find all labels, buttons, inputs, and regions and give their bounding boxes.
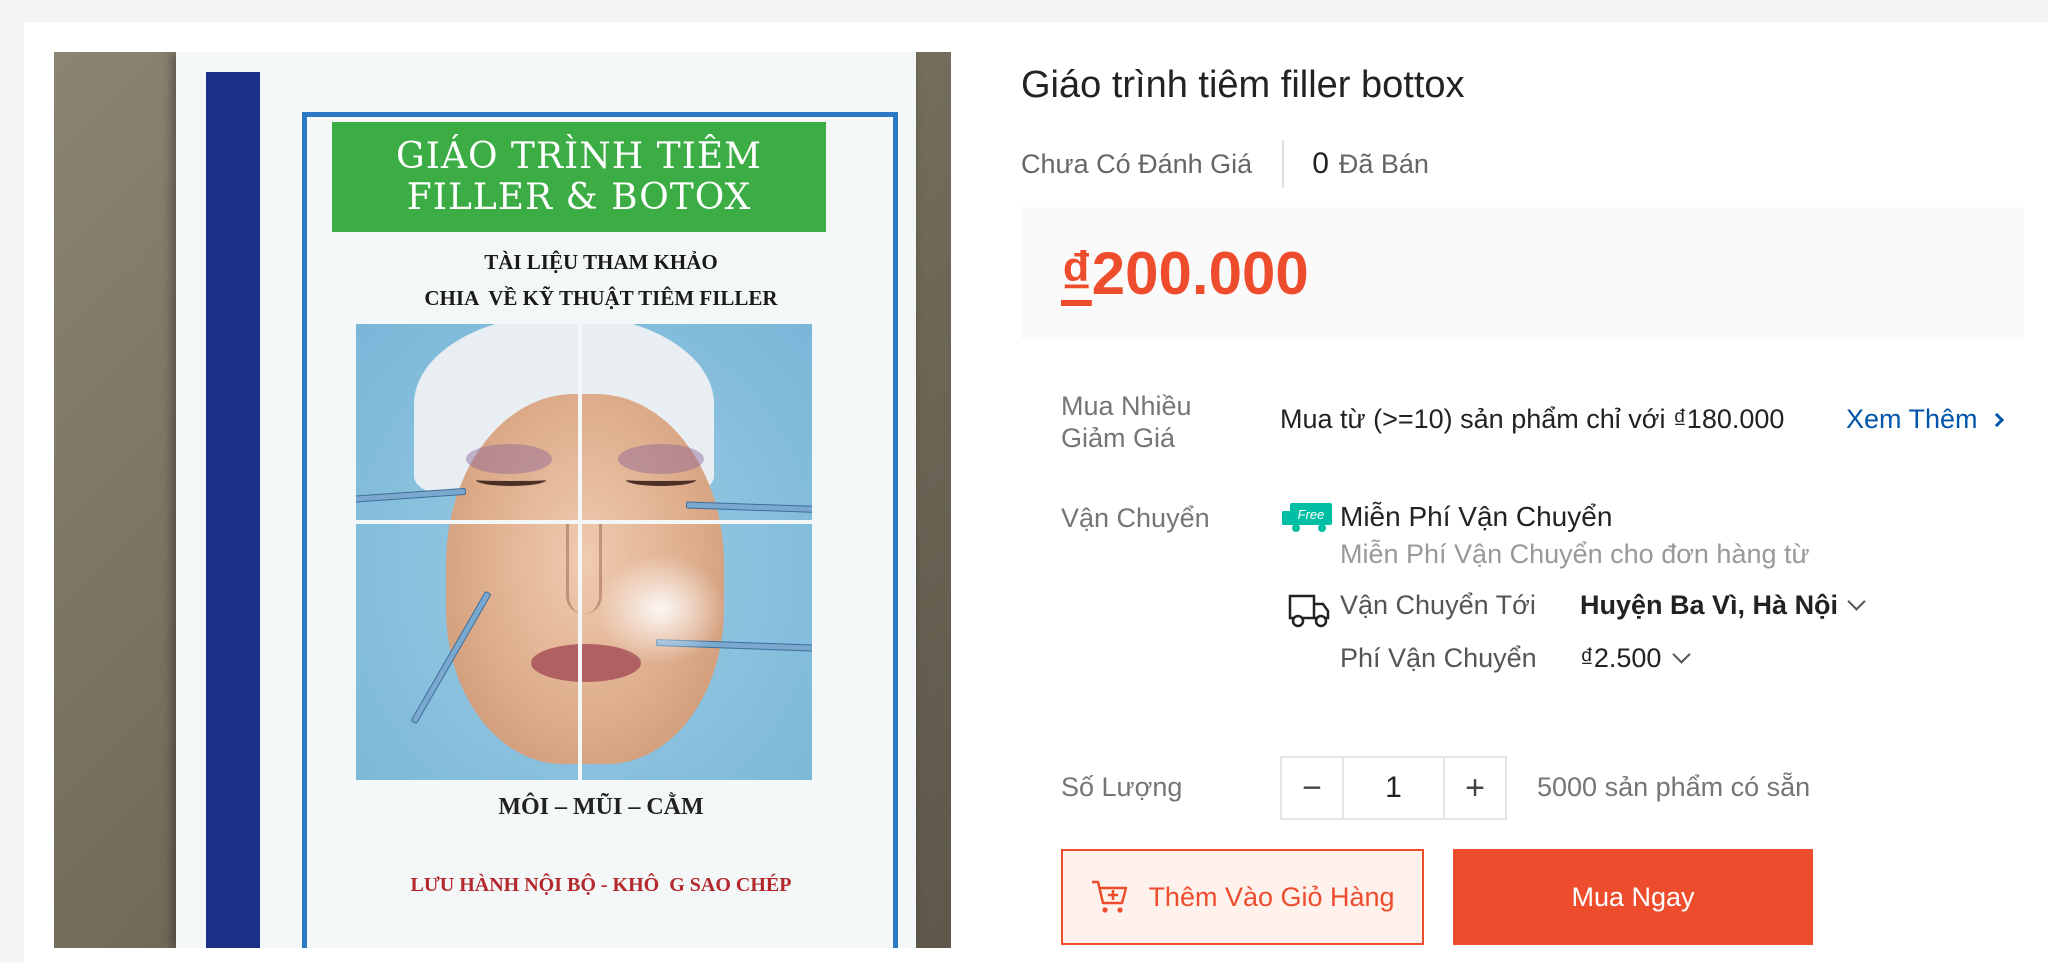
add-to-cart-icon bbox=[1092, 880, 1128, 913]
cover-notice: LƯU HÀNH NỘI BỘ - KHÔ G SAO CHÉP bbox=[410, 874, 792, 896]
cover-title-line1: GIÁO TRÌNH TIÊM bbox=[396, 136, 762, 177]
product-title: Giáo trình tiêm filler bottox bbox=[1021, 64, 1465, 106]
chevron-right-icon bbox=[1989, 412, 2004, 427]
buy-now-button[interactable]: Mua Ngay bbox=[1453, 849, 1813, 945]
cover-title: GIÁO TRÌNH TIÊM FILLER & BOTOX bbox=[332, 122, 826, 232]
price: ₫200.000 bbox=[1061, 239, 1309, 308]
ship-to-label: Vận Chuyển Tới bbox=[1340, 590, 1536, 620]
cover-title-line2: FILLER & BOTOX bbox=[406, 177, 752, 218]
ship-to-value: Huyện Ba Vì, Hà Nội bbox=[1580, 590, 1839, 620]
product-image[interactable]: GIÁO TRÌNH TIÊM FILLER & BOTOX TÀI LIỆU … bbox=[54, 52, 951, 948]
cover-face-photo bbox=[356, 324, 812, 780]
sold-label: Đã Bán bbox=[1338, 148, 1429, 179]
quantity-label: Số Lượng bbox=[1061, 772, 1183, 802]
stats-divider bbox=[1282, 140, 1285, 188]
see-more-label: Xem Thêm bbox=[1846, 404, 1978, 434]
cover-subtitle-line2: CHIA VỀ KỸ THUẬT TIÊM FILLER bbox=[424, 286, 778, 310]
stock-available: 5000 sản phẩm có sẵn bbox=[1537, 772, 1811, 802]
price-currency: ₫ bbox=[1061, 240, 1092, 307]
free-shipping-icon: Free bbox=[1282, 503, 1332, 532]
book-cover: GIÁO TRÌNH TIÊM FILLER & BOTOX TÀI LIỆU … bbox=[176, 52, 916, 948]
free-badge-text: Free bbox=[1298, 507, 1325, 522]
quantity-input[interactable] bbox=[1344, 758, 1443, 818]
add-to-cart-label: Thêm Vào Giỏ Hàng bbox=[1148, 881, 1395, 912]
buy-now-label: Mua Ngay bbox=[1571, 881, 1695, 912]
shipping-fee-label: Phí Vận Chuyển bbox=[1340, 643, 1537, 673]
quantity-stepper: − + bbox=[1280, 756, 1507, 820]
sold-count: 0 bbox=[1312, 147, 1329, 180]
rating-text[interactable]: Chưa Có Đánh Giá bbox=[1021, 149, 1252, 180]
product-stats: Chưa Có Đánh Giá 0 Đã Bán bbox=[1021, 140, 1429, 188]
price-amount: 200.000 bbox=[1091, 240, 1309, 307]
ship-to-dropdown[interactable]: Huyện Ba Vì, Hà Nội bbox=[1580, 590, 1866, 621]
quantity-increase-button[interactable]: + bbox=[1443, 758, 1505, 818]
chevron-down-icon bbox=[1672, 645, 1692, 664]
shipping-fee-value: ₫2.500 bbox=[1580, 643, 1662, 673]
quantity-decrease-button[interactable]: − bbox=[1282, 758, 1344, 818]
truck-icon bbox=[1288, 594, 1330, 628]
wholesale-text: Mua từ (>=10) sản phẩm chỉ với ₫180.000 bbox=[1280, 404, 1785, 434]
chevron-down-icon bbox=[1847, 592, 1866, 611]
see-more-link[interactable]: Xem Thêm bbox=[1846, 404, 2004, 435]
cover-subtitle-line1: TÀI LIỆU THAM KHẢO bbox=[484, 250, 718, 274]
cover-areas: MÔI – MŨI – CẰM bbox=[498, 794, 704, 820]
shipping-fee-dropdown[interactable]: ₫2.500 bbox=[1580, 643, 1692, 674]
add-to-cart-button[interactable]: Thêm Vào Giỏ Hàng bbox=[1061, 849, 1424, 945]
price-section: ₫200.000 bbox=[1021, 207, 2024, 339]
free-shipping-subtitle: Miễn Phí Vận Chuyển cho đơn hàng từ bbox=[1340, 539, 1810, 569]
wholesale-label: Mua Nhiều Giảm Giá bbox=[1061, 391, 1192, 453]
free-shipping-title: Miễn Phí Vận Chuyển bbox=[1340, 501, 1613, 532]
book-spine bbox=[206, 72, 260, 948]
shipping-label: Vận Chuyển bbox=[1061, 503, 1210, 533]
